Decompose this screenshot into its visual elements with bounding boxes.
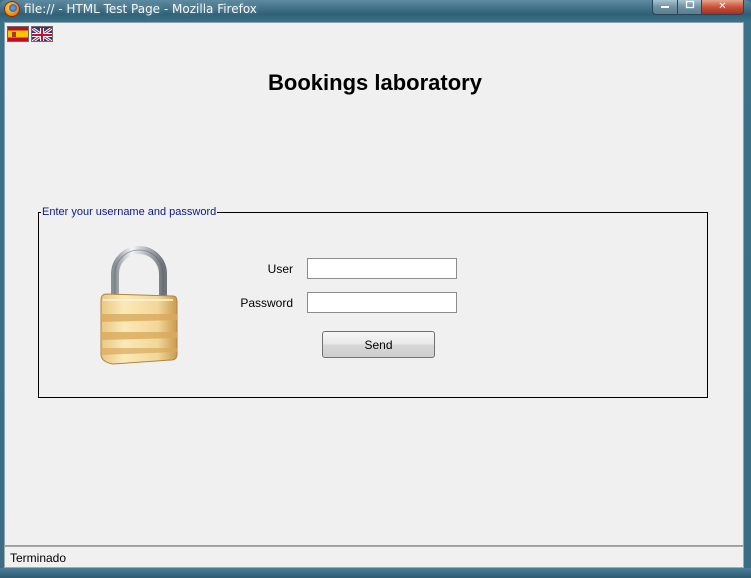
- padlock-icon: [93, 244, 183, 374]
- password-input[interactable]: [307, 292, 457, 313]
- password-label: Password: [240, 296, 293, 310]
- user-label: User: [267, 262, 293, 276]
- minimize-icon: [660, 2, 670, 13]
- send-button[interactable]: Send: [322, 331, 435, 358]
- page-title: Bookings laboratory: [268, 70, 482, 95]
- login-legend: Enter your username and password: [42, 206, 217, 218]
- minimize-button[interactable]: [652, 0, 678, 15]
- close-icon: ✕: [718, 1, 727, 12]
- window-title: file:// - HTML Test Page - Mozilla Firef…: [24, 2, 257, 16]
- title-bar[interactable]: file:// - HTML Test Page - Mozilla Firef…: [0, 0, 751, 20]
- firefox-icon: [4, 1, 20, 17]
- maximize-button[interactable]: [677, 0, 702, 15]
- login-fieldset: Enter your username and password User Pa…: [38, 206, 708, 398]
- uk-flag-icon[interactable]: [31, 26, 53, 42]
- window-bottom-edge: [0, 568, 751, 578]
- username-input[interactable]: [307, 258, 457, 279]
- close-button[interactable]: ✕: [701, 0, 744, 15]
- status-bar: Terminado: [4, 546, 744, 568]
- browser-window: file:// - HTML Test Page - Mozilla Firef…: [0, 0, 751, 578]
- spain-flag-icon[interactable]: [7, 26, 29, 42]
- status-text: Terminado: [10, 551, 67, 565]
- maximize-icon: [685, 0, 695, 13]
- page-content: Bookings laboratory Enter your username …: [4, 22, 744, 546]
